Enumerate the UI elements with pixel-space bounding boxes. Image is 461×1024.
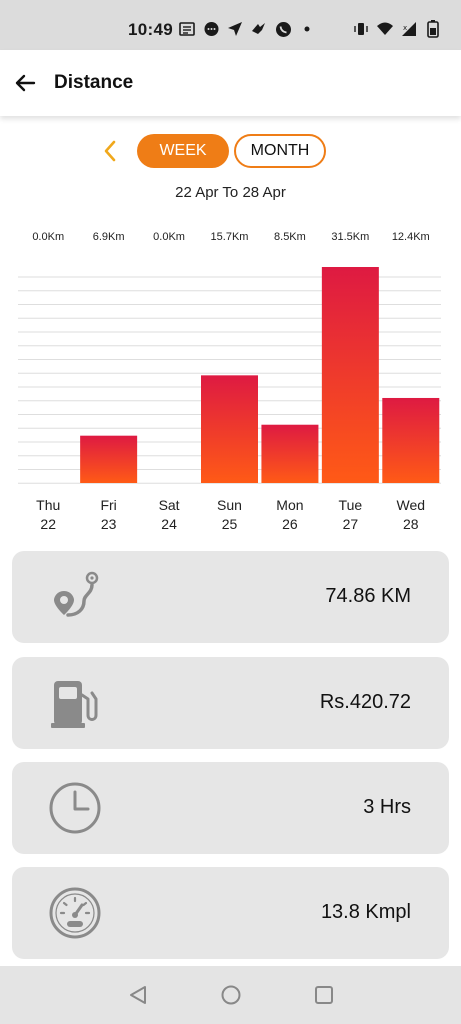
bar-value-label: 31.5Km [331,231,369,243]
x-tick-date: 23 [101,516,117,532]
speedometer-icon [48,885,104,941]
fuel-cost-value: Rs.420.72 [319,691,411,713]
nav-recents-icon [315,986,333,1004]
battery-icon [424,20,442,38]
vibrate-icon [352,20,370,38]
system-nav-bar [0,966,461,1024]
svg-text:x: x [403,24,407,32]
bar-value-label: 0.0Km [153,231,185,243]
wifi-icon [376,20,394,38]
duration-value: 3 Hrs [363,796,411,818]
x-tick-day: Mon [276,497,303,513]
route-pin-icon [48,569,104,625]
bar-sun[interactable] [201,375,258,483]
system-icons: x [352,20,442,38]
mileage-value: 13.8 Kmpl [320,901,411,923]
stat-card-distance: 74.86 KM [12,551,449,643]
whatsapp-icon [274,20,292,38]
x-tick-day: Tue [339,497,363,513]
chart-canvas: 0.0Km 6.9Km 0.0Km 15.7Km 8.5Km 31.5Km 12.4Km T… [18,231,441,532]
dot-icon [298,20,316,38]
bar-fri[interactable] [80,435,138,483]
date-range-label: 22 Apr To 28 Apr [175,184,286,201]
nav-home-button[interactable] [220,984,242,1006]
news-icon [178,20,196,38]
distance-bar-chart: 0.0Km 6.9Km 0.0Km 15.7Km 8.5Km 31.5Km 12.4Km T… [0,222,461,542]
bar-value-label: 12.4Km [392,231,430,243]
x-tick-day: Sat [159,497,180,513]
x-tick-date: 25 [222,516,238,532]
bar-value-label: 8.5Km [274,231,306,243]
page-title: Distance [54,72,134,93]
clock-icon [48,780,104,836]
stat-card-fuel-cost: Rs.420.72 [12,657,449,749]
x-tick-date: 28 [403,516,419,532]
arrow-left-icon [15,74,36,92]
status-time: 10:49 [128,20,173,39]
nav-recents-button[interactable] [313,984,335,1006]
jio-icon [250,20,268,38]
bar-value-label: 0.0Km [32,231,64,243]
nav-back-button[interactable] [127,984,149,1006]
bar-mon[interactable] [261,424,319,483]
x-tick-day: Wed [397,497,426,513]
bar-value-label: 6.9Km [93,231,125,243]
previous-period-button[interactable] [98,138,122,164]
bar-wed[interactable] [382,397,440,483]
nav-back-icon [130,986,146,1004]
app-bar: Distance [0,50,461,116]
location-arrow-icon [226,20,244,38]
stat-card-mileage: 13.8 Kmpl [12,867,449,959]
x-tick-date: 24 [161,516,177,532]
notification-icons [178,20,316,38]
x-tick-day: Fri [100,497,116,513]
tab-week[interactable]: WEEK [137,134,229,168]
back-button[interactable] [10,68,40,98]
x-tick-day: Thu [36,497,60,513]
status-bar: 10:49 x [0,0,461,50]
x-tick-date: 26 [282,516,298,532]
bar-tue[interactable] [321,267,379,483]
messenger-icon [202,20,220,38]
nav-home-icon [221,985,241,1005]
fuel-pump-icon [48,675,104,731]
bar-value-label: 15.7Km [211,231,249,243]
stat-card-duration: 3 Hrs [12,762,449,854]
chevron-left-icon [104,140,116,162]
total-distance-value: 74.86 KM [325,585,411,607]
x-tick-day: Sun [217,497,242,513]
signal-icon: x [400,20,418,38]
x-tick-date: 22 [40,516,56,532]
x-tick-date: 27 [343,516,359,532]
period-toggle: WEEK MONTH [0,134,461,168]
tab-month[interactable]: MONTH [234,134,326,168]
